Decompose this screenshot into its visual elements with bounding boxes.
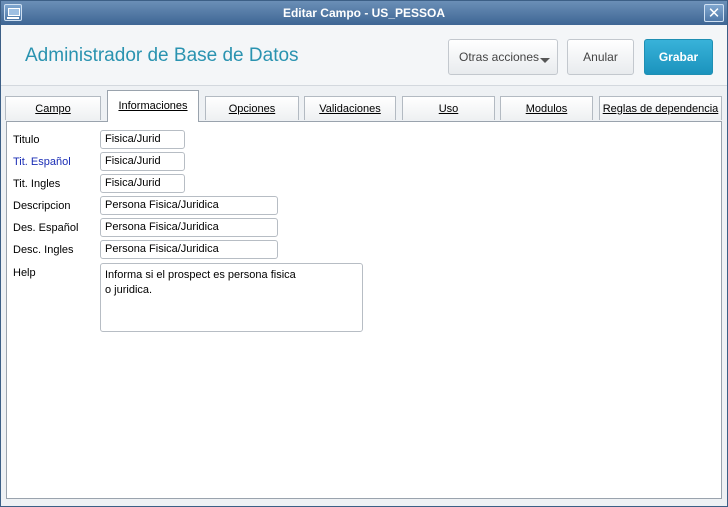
- descripcion-field[interactable]: Persona Fisica/Juridica: [100, 196, 278, 215]
- tab-reglas-de-dependencia[interactable]: Reglas de dependencia: [599, 96, 722, 120]
- titulo-label: Titulo: [13, 134, 40, 146]
- window-title: Editar Campo - US_PESSOA: [282, 6, 446, 20]
- tab-campo[interactable]: Campo: [5, 96, 101, 120]
- tab-uso[interactable]: Uso: [402, 96, 495, 120]
- cancel-button[interactable]: Anular: [567, 39, 634, 75]
- titulo-field[interactable]: Fisica/Jurid: [100, 130, 185, 149]
- des-espanol-label: Des. Español: [13, 222, 79, 234]
- desc-ingles-field[interactable]: Persona Fisica/Juridica: [100, 240, 278, 259]
- help-textarea[interactable]: Informa si el prospect es persona fisica…: [100, 263, 363, 332]
- desc-ingles-label: Desc. Ingles: [13, 244, 74, 256]
- help-label: Help: [13, 267, 36, 279]
- tab-informaciones[interactable]: Informaciones: [107, 90, 199, 122]
- tit-ingles-label: Tit. Ingles: [13, 178, 61, 190]
- save-button[interactable]: Grabar: [644, 39, 713, 75]
- tab-opciones[interactable]: Opciones: [205, 96, 299, 120]
- tit-ingles-field[interactable]: Fisica/Jurid: [100, 174, 185, 193]
- title-bar[interactable]: Editar Campo - US_PESSOA ✕: [1, 1, 727, 25]
- more-actions-label: Otras acciones: [459, 50, 540, 64]
- tab-validaciones[interactable]: Validaciones: [304, 96, 396, 120]
- tit-espanol-label: Tit. Español: [13, 156, 71, 168]
- header-bar: Administrador de Base de Datos Otras acc…: [1, 25, 727, 86]
- descripcion-label: Descripcion: [13, 200, 71, 212]
- more-actions-button[interactable]: Otras acciones: [448, 39, 558, 75]
- tit-espanol-field[interactable]: Fisica/Jurid: [100, 152, 185, 171]
- edit-field-window: Editar Campo - US_PESSOA ✕ Administrador…: [0, 0, 728, 507]
- des-espanol-field[interactable]: Persona Fisica/Juridica: [100, 218, 278, 237]
- tab-modulos[interactable]: Modulos: [500, 96, 593, 120]
- tab-bar: Campo Informaciones Opciones Validacione…: [1, 89, 727, 122]
- page-title: Administrador de Base de Datos: [25, 45, 299, 66]
- close-icon[interactable]: ✕: [704, 4, 724, 22]
- chevron-down-icon: [540, 58, 550, 63]
- informaciones-panel: Titulo Fisica/Jurid Tit. Español Fisica/…: [6, 121, 722, 499]
